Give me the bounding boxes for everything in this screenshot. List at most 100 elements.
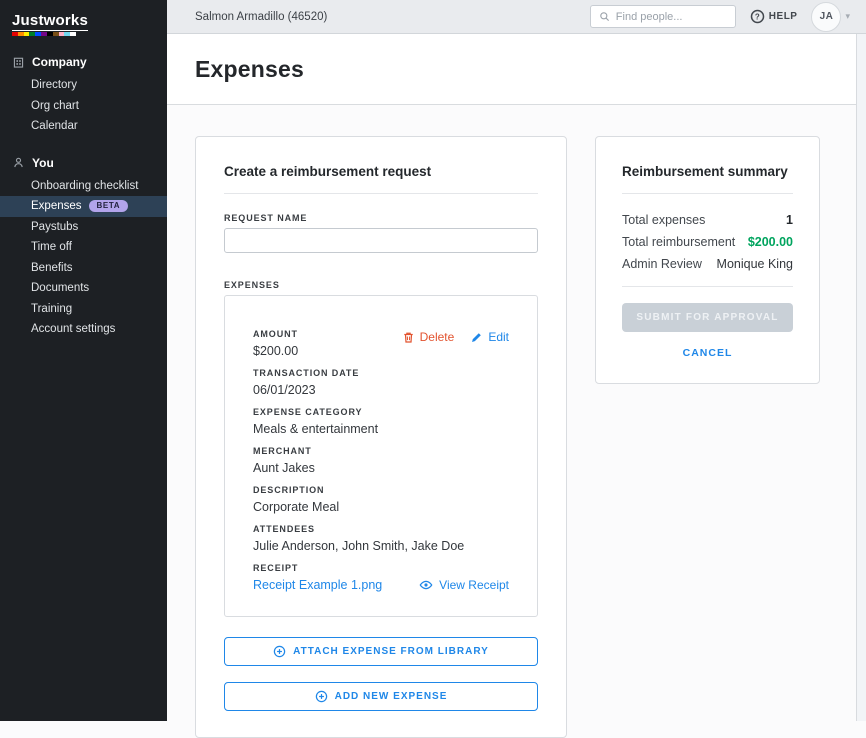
field-expense-category: EXPENSE CATEGORY Meals & entertainment bbox=[253, 407, 509, 436]
search-box[interactable] bbox=[590, 5, 736, 28]
sidebar-item-documents[interactable]: Documents bbox=[0, 278, 167, 299]
help-label: HELP bbox=[769, 11, 798, 22]
field-label: AMOUNT bbox=[253, 329, 298, 339]
sidebar-item-org-chart[interactable]: Org chart bbox=[0, 96, 167, 117]
field-attendees: ATTENDEES Julie Anderson, John Smith, Ja… bbox=[253, 524, 509, 553]
delete-expense-button[interactable]: Delete bbox=[402, 330, 455, 344]
justworks-logo[interactable]: Justworks bbox=[0, 0, 88, 36]
company-name: Salmon Armadillo (46520) bbox=[195, 11, 327, 23]
sidebar-item-label: Paystubs bbox=[31, 221, 78, 233]
receipt-file-link[interactable]: Receipt Example 1.png bbox=[253, 578, 382, 592]
beta-badge: BETA bbox=[89, 200, 129, 212]
chevron-down-icon: ▾ bbox=[845, 12, 850, 21]
cancel-button[interactable]: CANCEL bbox=[622, 347, 793, 359]
request-name-label: REQUEST NAME bbox=[224, 213, 538, 223]
receipt-label: RECEIPT bbox=[253, 563, 509, 573]
sidebar-item-label: Onboarding checklist bbox=[31, 180, 138, 192]
user-menu[interactable]: JA ▾ bbox=[811, 2, 850, 32]
attach-expense-label: ATTACH EXPENSE FROM LIBRARY bbox=[293, 646, 489, 657]
building-icon bbox=[12, 56, 25, 69]
justworks-logo-text: Justworks bbox=[12, 12, 88, 31]
sidebar-item-label: Documents bbox=[31, 282, 89, 294]
section-header-company: Company bbox=[0, 52, 167, 72]
summary-row-value: Monique King bbox=[717, 257, 793, 271]
field-label: EXPENSE CATEGORY bbox=[253, 407, 509, 417]
sidebar-item-account-settings[interactable]: Account settings bbox=[0, 319, 167, 340]
search-input[interactable] bbox=[616, 11, 727, 23]
help-icon: ? bbox=[750, 9, 765, 24]
sidebar-item-training[interactable]: Training bbox=[0, 299, 167, 320]
scrollbar-track[interactable] bbox=[856, 34, 866, 721]
pencil-icon bbox=[470, 331, 483, 344]
sidebar-item-calendar[interactable]: Calendar bbox=[0, 116, 167, 137]
search-icon bbox=[599, 11, 610, 22]
edit-expense-button[interactable]: Edit bbox=[470, 330, 509, 344]
divider bbox=[622, 193, 793, 194]
divider bbox=[224, 193, 538, 194]
page-header: Expenses bbox=[167, 34, 856, 105]
summary-row-total-reimbursement: Total reimbursement $200.00 bbox=[622, 235, 793, 249]
edit-label: Edit bbox=[488, 330, 509, 344]
nav-section-you: You Onboarding checklist Expenses BETA Pa… bbox=[0, 153, 167, 340]
svg-text:?: ? bbox=[755, 12, 760, 21]
field-value: Julie Anderson, John Smith, Jake Doe bbox=[253, 539, 509, 553]
submit-for-approval-button[interactable]: SUBMIT FOR APPROVAL bbox=[622, 303, 793, 332]
summary-row-label: Admin Review bbox=[622, 257, 702, 271]
summary-title: Reimbursement summary bbox=[622, 164, 793, 179]
request-name-input[interactable] bbox=[224, 228, 538, 253]
divider bbox=[622, 286, 793, 287]
help-button[interactable]: ? HELP bbox=[750, 9, 798, 24]
eye-icon bbox=[419, 578, 433, 592]
field-receipt: RECEIPT Receipt Example 1.png View Recei… bbox=[253, 563, 509, 592]
section-label: Company bbox=[32, 55, 87, 69]
sidebar-item-label: Directory bbox=[31, 79, 77, 91]
summary-row-total-expenses: Total expenses 1 bbox=[622, 213, 793, 227]
field-label: DESCRIPTION bbox=[253, 485, 509, 495]
view-receipt-button[interactable]: View Receipt bbox=[419, 578, 509, 592]
summary-row-value: 1 bbox=[786, 213, 793, 227]
field-value: Corporate Meal bbox=[253, 500, 509, 514]
expense-card: AMOUNT $200.00 Delete bbox=[224, 295, 538, 617]
field-label: TRANSACTION DATE bbox=[253, 368, 509, 378]
plus-circle-icon bbox=[315, 690, 328, 703]
avatar[interactable]: JA bbox=[811, 2, 841, 32]
sidebar-item-label: Benefits bbox=[31, 262, 73, 274]
attach-expense-from-library-button[interactable]: ATTACH EXPENSE FROM LIBRARY bbox=[224, 637, 538, 666]
summary-row-label: Total expenses bbox=[622, 213, 705, 227]
sidebar-item-label: Training bbox=[31, 303, 72, 315]
stripe-segment bbox=[70, 32, 76, 36]
summary-row-admin-review: Admin Review Monique King bbox=[622, 257, 793, 271]
add-new-expense-button[interactable]: ADD NEW EXPENSE bbox=[224, 682, 538, 711]
sidebar-item-onboarding-checklist[interactable]: Onboarding checklist bbox=[0, 176, 167, 197]
field-value: $200.00 bbox=[253, 344, 298, 358]
sidebar-item-label: Expenses bbox=[31, 200, 82, 212]
nav-section-company: Company Directory Org chart Calendar bbox=[0, 52, 167, 137]
section-label: You bbox=[32, 156, 54, 170]
sidebar: Justworks Company Directory Org chart Ca… bbox=[0, 0, 167, 721]
sidebar-item-label: Org chart bbox=[31, 100, 79, 112]
sidebar-item-time-off[interactable]: Time off bbox=[0, 237, 167, 258]
sidebar-item-paystubs[interactable]: Paystubs bbox=[0, 217, 167, 238]
field-description: DESCRIPTION Corporate Meal bbox=[253, 485, 509, 514]
pride-stripe bbox=[12, 32, 76, 36]
topbar: Salmon Armadillo (46520) ? HELP JA ▾ bbox=[167, 0, 866, 34]
trash-icon bbox=[402, 331, 415, 344]
section-header-you: You bbox=[0, 153, 167, 173]
sidebar-item-label: Time off bbox=[31, 241, 72, 253]
sidebar-item-directory[interactable]: Directory bbox=[0, 75, 167, 96]
field-value: Aunt Jakes bbox=[253, 461, 509, 475]
sidebar-item-label: Calendar bbox=[31, 120, 78, 132]
summary-row-value: $200.00 bbox=[748, 235, 793, 249]
expenses-label: EXPENSES bbox=[224, 280, 538, 290]
page-title: Expenses bbox=[195, 56, 304, 83]
field-value: 06/01/2023 bbox=[253, 383, 509, 397]
person-icon bbox=[12, 156, 25, 169]
field-amount: AMOUNT $200.00 bbox=[253, 329, 298, 358]
summary-row-label: Total reimbursement bbox=[622, 235, 735, 249]
add-expense-label: ADD NEW EXPENSE bbox=[335, 691, 448, 702]
reimbursement-form-card: Create a reimbursement request REQUEST N… bbox=[195, 136, 567, 738]
sidebar-item-expenses[interactable]: Expenses BETA bbox=[0, 196, 167, 217]
sidebar-item-benefits[interactable]: Benefits bbox=[0, 258, 167, 279]
view-receipt-label: View Receipt bbox=[439, 578, 509, 592]
content: Create a reimbursement request REQUEST N… bbox=[167, 105, 856, 721]
